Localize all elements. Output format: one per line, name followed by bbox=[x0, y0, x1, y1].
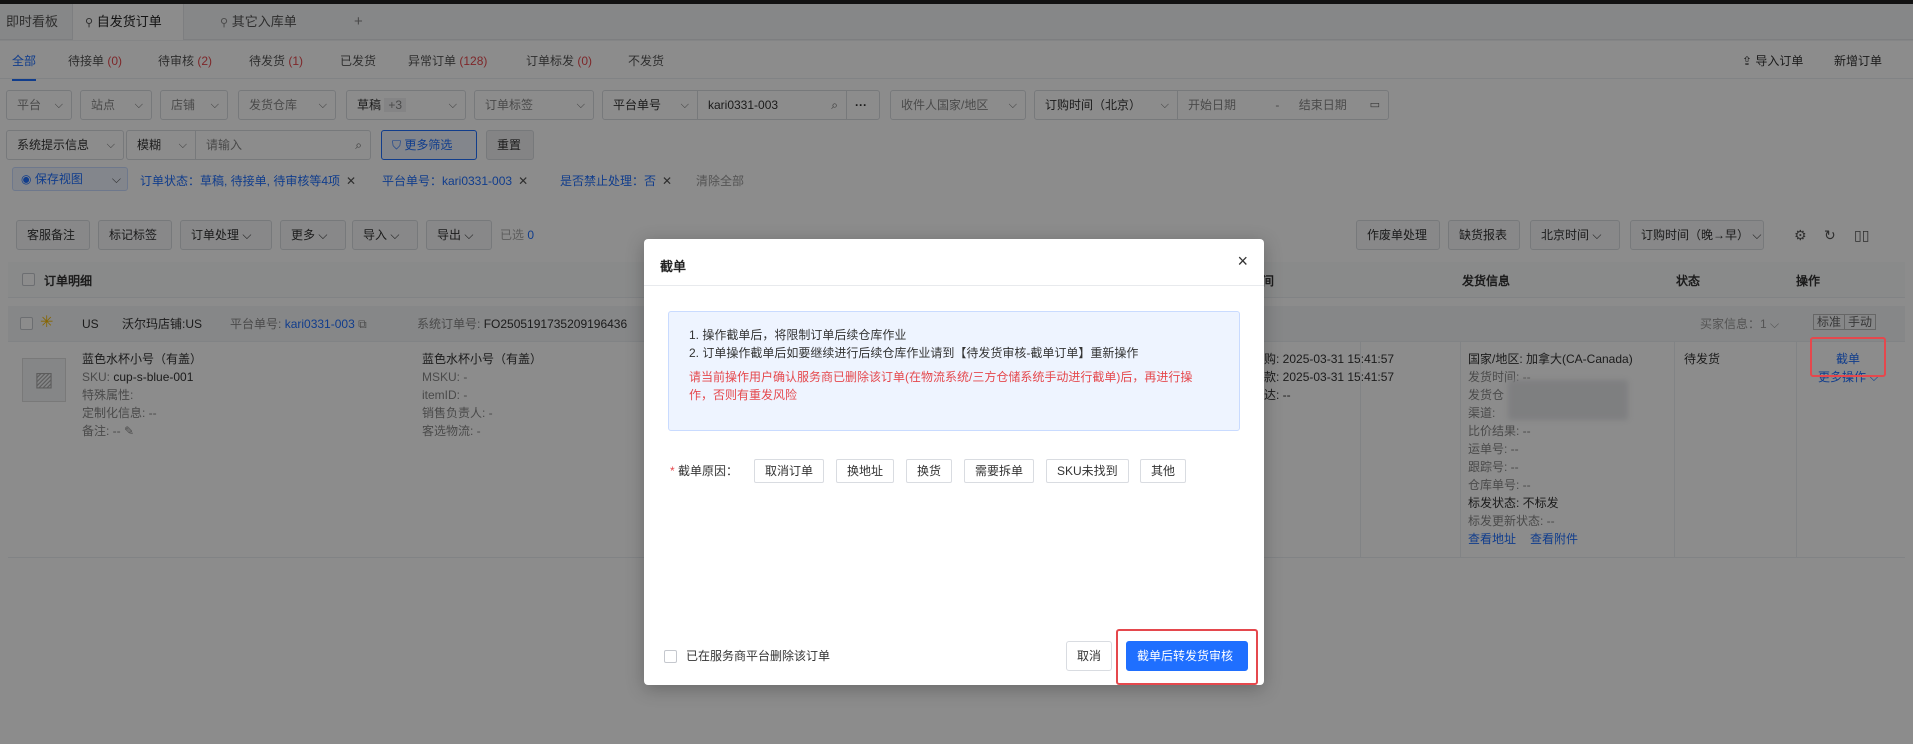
deleted-checkbox-label: 已在服务商平台删除该订单 bbox=[686, 649, 831, 663]
deleted-checkbox[interactable] bbox=[664, 650, 677, 663]
cancel-label: 取消 bbox=[1077, 649, 1102, 663]
dialog-title: 截单 bbox=[660, 259, 687, 274]
reason-sku-not-found[interactable]: SKU未找到 bbox=[1046, 459, 1129, 483]
notice-warning: 请当前操作用户确认服务商已删除该订单(在物流系统/三方仓储系统手动进行截单)后，… bbox=[689, 370, 1193, 402]
reason-other[interactable]: 其他 bbox=[1140, 459, 1187, 483]
reason-label: * 截单原因： bbox=[670, 462, 738, 480]
reason-change-address[interactable]: 换地址 bbox=[836, 459, 895, 483]
dialog-divider bbox=[644, 285, 1264, 286]
notice-line-1: 1. 操作截单后，将限制订单后续仓库作业 bbox=[689, 328, 907, 342]
reason-exchange[interactable]: 换货 bbox=[906, 459, 953, 483]
close-icon[interactable]: × bbox=[1237, 251, 1248, 272]
highlight-confirm bbox=[1116, 629, 1258, 685]
reason-cancel-order[interactable]: 取消订单 bbox=[754, 459, 825, 483]
reason-label-text: 截单原因： bbox=[678, 464, 739, 478]
notice-box: 1. 操作截单后，将限制订单后续仓库作业 2. 订单操作截单后如要继续进行后续仓… bbox=[668, 311, 1240, 431]
notice-line-2: 2. 订单操作截单后如要继续进行后续仓库作业请到【待发货审核-截单订单】重新操作 bbox=[689, 346, 1139, 360]
cut-order-dialog: 截单 × 1. 操作截单后，将限制订单后续仓库作业 2. 订单操作截单后如要继续… bbox=[644, 239, 1264, 685]
highlight-cut-order bbox=[1810, 337, 1886, 377]
required-mark: * bbox=[670, 464, 675, 478]
reason-split-order[interactable]: 需要拆单 bbox=[964, 459, 1035, 483]
cancel-button[interactable]: 取消 bbox=[1066, 641, 1112, 671]
